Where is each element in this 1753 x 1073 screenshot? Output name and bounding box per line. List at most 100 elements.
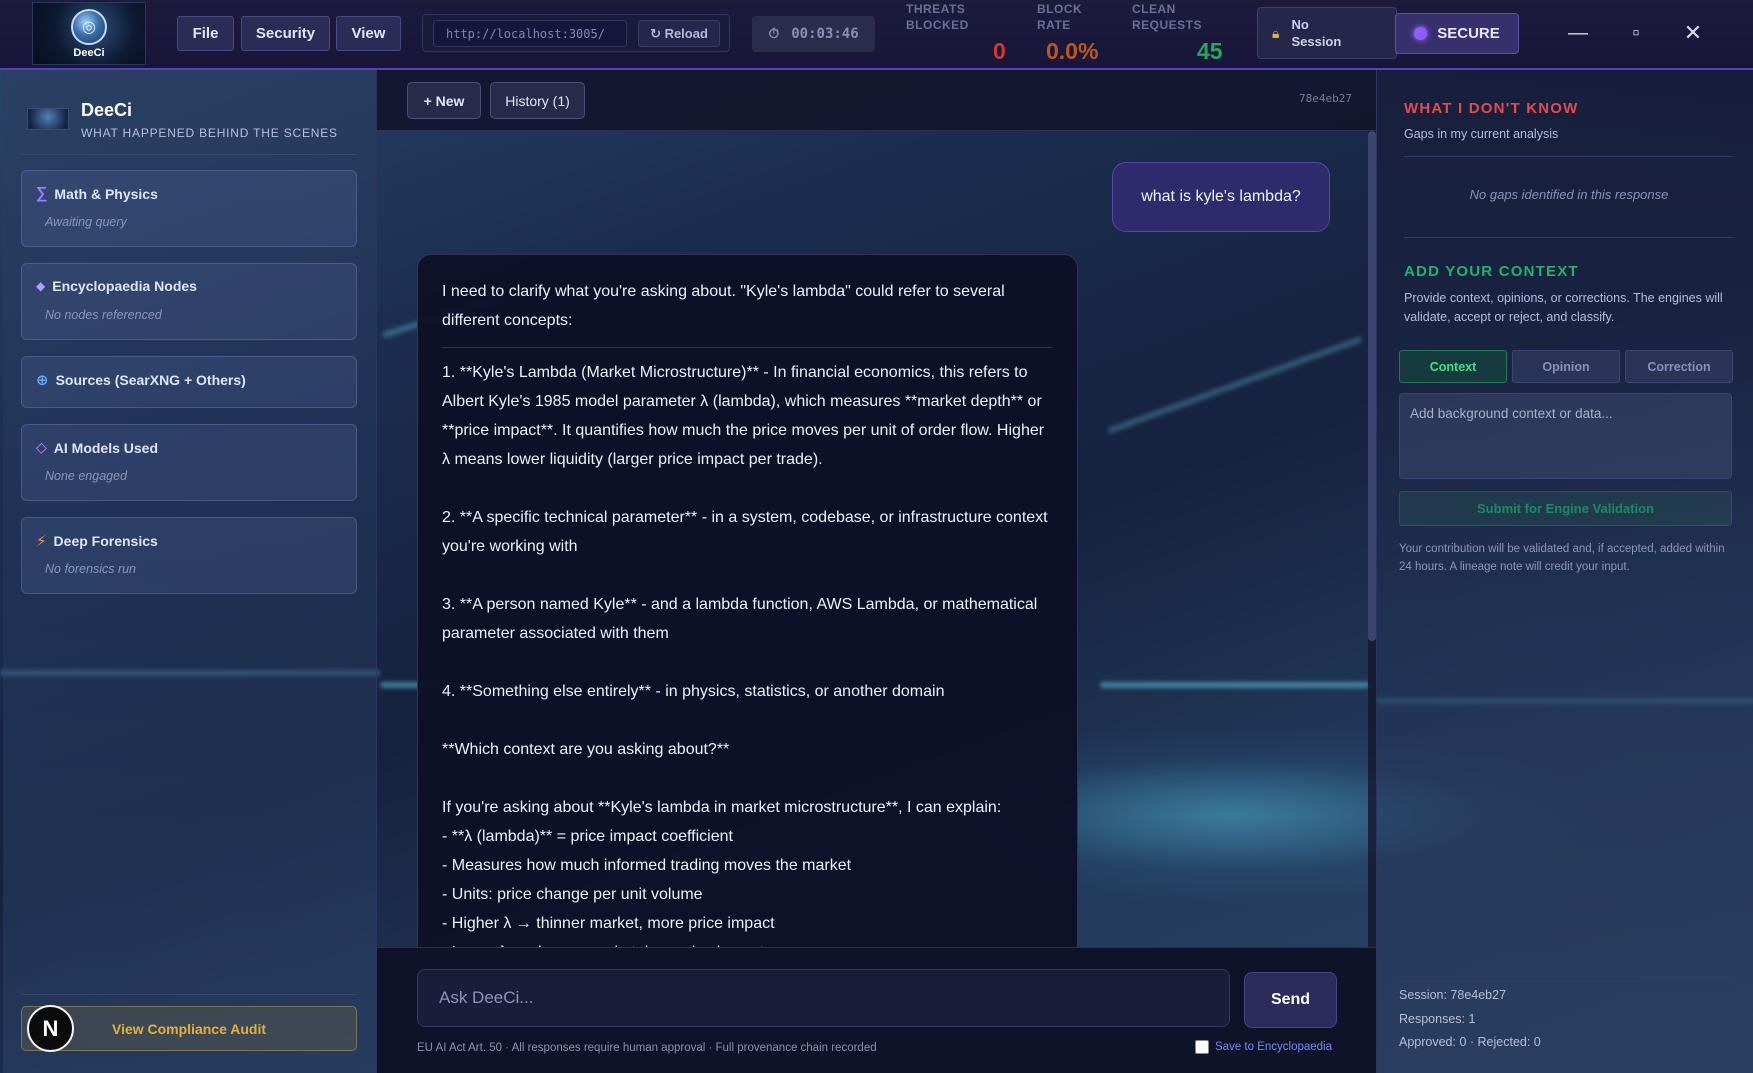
maximize-icon[interactable]: ▫ bbox=[1621, 18, 1651, 48]
secure-badge[interactable]: SECURE bbox=[1395, 13, 1519, 54]
globe-logo-icon: ◎ bbox=[71, 8, 107, 45]
submit-validation-button[interactable]: Submit for Engine Validation bbox=[1399, 491, 1732, 526]
card-ai-models[interactable]: ◇ AI Models Used None engaged bbox=[21, 424, 357, 501]
app-logo: ◎ DeeCi bbox=[32, 2, 146, 65]
send-button[interactable]: Send bbox=[1244, 972, 1337, 1028]
diamond-icon: ◆ bbox=[36, 279, 46, 293]
card-title: Deep Forensics bbox=[53, 533, 158, 549]
ask-input[interactable] bbox=[417, 969, 1230, 1027]
compliance-note: EU AI Act Art. 50 · All responses requir… bbox=[417, 1042, 877, 1054]
tab-correction[interactable]: Correction bbox=[1625, 350, 1733, 383]
card-title: Encyclopaedia Nodes bbox=[52, 278, 197, 294]
card-status: No forensics run bbox=[45, 562, 137, 576]
stat-block-rate-label: BLOCK RATE bbox=[1037, 2, 1083, 32]
reply-intro: I need to clarify what you're asking abo… bbox=[442, 277, 1053, 348]
address-bar: http://localhost:3005/ ↻ Reload bbox=[422, 14, 730, 52]
save-label: Save to Encyclopaedia bbox=[1215, 1041, 1332, 1053]
minimize-icon[interactable]: — bbox=[1563, 18, 1593, 48]
reply-item: 4. **Something else entirely** - in phys… bbox=[442, 683, 945, 700]
menu-view[interactable]: View bbox=[336, 16, 401, 51]
reply-item: **Which context are you asking about?** bbox=[442, 741, 730, 758]
scrollbar-thumb[interactable] bbox=[1368, 131, 1376, 641]
card-deep-forensics[interactable]: ⚡ Deep Forensics No forensics run bbox=[21, 517, 357, 594]
save-to-encyclopaedia-toggle[interactable]: Save to Encyclopaedia bbox=[1195, 1040, 1332, 1054]
reply-bullet: - Higher λ → thinner market, more price … bbox=[442, 915, 775, 932]
history-button[interactable]: History (1) bbox=[490, 82, 585, 119]
session-status[interactable]: 🔒︎ No Session bbox=[1257, 7, 1397, 59]
card-title: Math & Physics bbox=[54, 186, 158, 202]
menu-security[interactable]: Security bbox=[241, 16, 330, 51]
session-timer: ⏱ 00:03:46 bbox=[752, 16, 875, 52]
stat-threats-value: 0 bbox=[993, 38, 1006, 64]
unknowns-subtitle: Gaps in my current analysis bbox=[1404, 127, 1559, 141]
checkbox[interactable] bbox=[1195, 1040, 1209, 1054]
reply-bullet: - Measures how much informed trading mov… bbox=[442, 857, 852, 874]
contribution-note: Your contribution will be validated and,… bbox=[1399, 543, 1725, 573]
tab-context[interactable]: Context bbox=[1399, 350, 1507, 383]
composer: Send EU AI Act Art. 50 · All responses r… bbox=[377, 947, 1376, 1073]
assistant-message: I need to clarify what you're asking abo… bbox=[417, 254, 1078, 947]
divider bbox=[21, 994, 357, 995]
stat-threats-label: THREATS BLOCKED bbox=[906, 2, 969, 32]
divider bbox=[1397, 976, 1734, 977]
context-description: Provide context, opinions, or correction… bbox=[1404, 291, 1723, 324]
reply-tail-intro: If you're asking about **Kyle's lambda i… bbox=[442, 799, 1002, 816]
tab-opinion[interactable]: Opinion bbox=[1512, 350, 1620, 383]
globe-icon: ⊕ bbox=[36, 372, 49, 389]
session-line1: No bbox=[1291, 17, 1309, 32]
footer-approvals: Approved: 0 · Rejected: 0 bbox=[1399, 1035, 1541, 1049]
stopwatch-icon: ⏱ bbox=[768, 26, 780, 42]
stat-clean-requests-value: 45 bbox=[1197, 38, 1223, 64]
diamond-outline-icon: ◇ bbox=[36, 439, 47, 455]
card-encyclopaedia-nodes[interactable]: ◆ Encyclopaedia Nodes No nodes reference… bbox=[21, 263, 357, 340]
reload-button[interactable]: ↻ Reload bbox=[638, 20, 720, 47]
card-math-physics[interactable]: ∑ Math & Physics Awaiting query bbox=[21, 170, 357, 247]
avatar[interactable]: N bbox=[27, 1005, 74, 1052]
chat-scrollbar[interactable] bbox=[1368, 131, 1376, 947]
session-hash: 78e4eb27 bbox=[1299, 92, 1352, 105]
reply-bullet: - Units: price change per unit volume bbox=[442, 886, 703, 903]
stat-block-rate-value: 0.0% bbox=[1046, 38, 1099, 64]
unknowns-title: WHAT I DON'T KNOW bbox=[1404, 100, 1579, 117]
new-chat-button[interactable]: + New bbox=[407, 82, 481, 119]
context-title: ADD YOUR CONTEXT bbox=[1404, 263, 1579, 280]
reply-bullet: - Lower λ → deeper market, less price im… bbox=[442, 938, 1053, 947]
menu-file[interactable]: File bbox=[177, 16, 234, 51]
logo-text: DeeCi bbox=[73, 46, 105, 59]
lock-icon: 🔒︎ bbox=[1272, 24, 1280, 41]
card-title: Sources (SearXNG + Others) bbox=[55, 372, 246, 388]
user-message: what is kyle's lambda? bbox=[1112, 162, 1330, 232]
brand-logo bbox=[27, 108, 69, 130]
brand-name: DeeCi bbox=[81, 100, 133, 120]
card-status: Awaiting query bbox=[45, 215, 127, 229]
url-field[interactable]: http://localhost:3005/ bbox=[433, 20, 627, 47]
status-dot-icon bbox=[1414, 27, 1428, 40]
reply-bullet: - **λ (lambda)** = price impact coeffici… bbox=[442, 828, 733, 845]
divider bbox=[1404, 156, 1734, 157]
context-textarea[interactable] bbox=[1399, 393, 1732, 479]
timer-value: 00:03:46 bbox=[791, 26, 859, 42]
top-bar: ◎ DeeCi File Security View http://localh… bbox=[0, 0, 1753, 70]
bolt-icon: ⚡ bbox=[36, 533, 47, 550]
divider bbox=[21, 154, 357, 155]
reply-item: 2. **A specific technical parameter** - … bbox=[442, 509, 1048, 555]
session-line2: Session bbox=[1291, 34, 1342, 49]
card-status: None engaged bbox=[45, 469, 128, 483]
unknowns-empty-state: No gaps identified in this response bbox=[1469, 187, 1669, 202]
sigma-icon: ∑ bbox=[36, 185, 48, 202]
close-icon[interactable]: ✕ bbox=[1678, 18, 1708, 48]
card-status: No nodes referenced bbox=[45, 308, 162, 322]
brand-subtitle: WHAT HAPPENED BEHIND THE SCENES bbox=[81, 126, 338, 140]
card-sources[interactable]: ⊕ Sources (SearXNG + Others) bbox=[21, 356, 357, 408]
card-title: AI Models Used bbox=[53, 439, 159, 456]
stat-clean-requests-label: CLEAN REQUESTS bbox=[1132, 2, 1203, 32]
chat-header: + New History (1) 78e4eb27 bbox=[377, 70, 1376, 131]
chat-transcript[interactable]: what is kyle's lambda? I need to clarify… bbox=[377, 131, 1376, 947]
right-panel: WHAT I DON'T KNOW Gaps in my current ana… bbox=[1376, 70, 1753, 1073]
reply-item: 3. **A person named Kyle** - and a lambd… bbox=[442, 596, 1038, 642]
footer-responses: Responses: 1 bbox=[1399, 1012, 1476, 1026]
left-panel: DeeCi WHAT HAPPENED BEHIND THE SCENES ∑ … bbox=[3, 70, 377, 1073]
secure-label: SECURE bbox=[1437, 25, 1500, 42]
divider bbox=[1404, 237, 1734, 238]
reply-item: 1. **Kyle's Lambda (Market Microstructur… bbox=[442, 364, 1045, 468]
